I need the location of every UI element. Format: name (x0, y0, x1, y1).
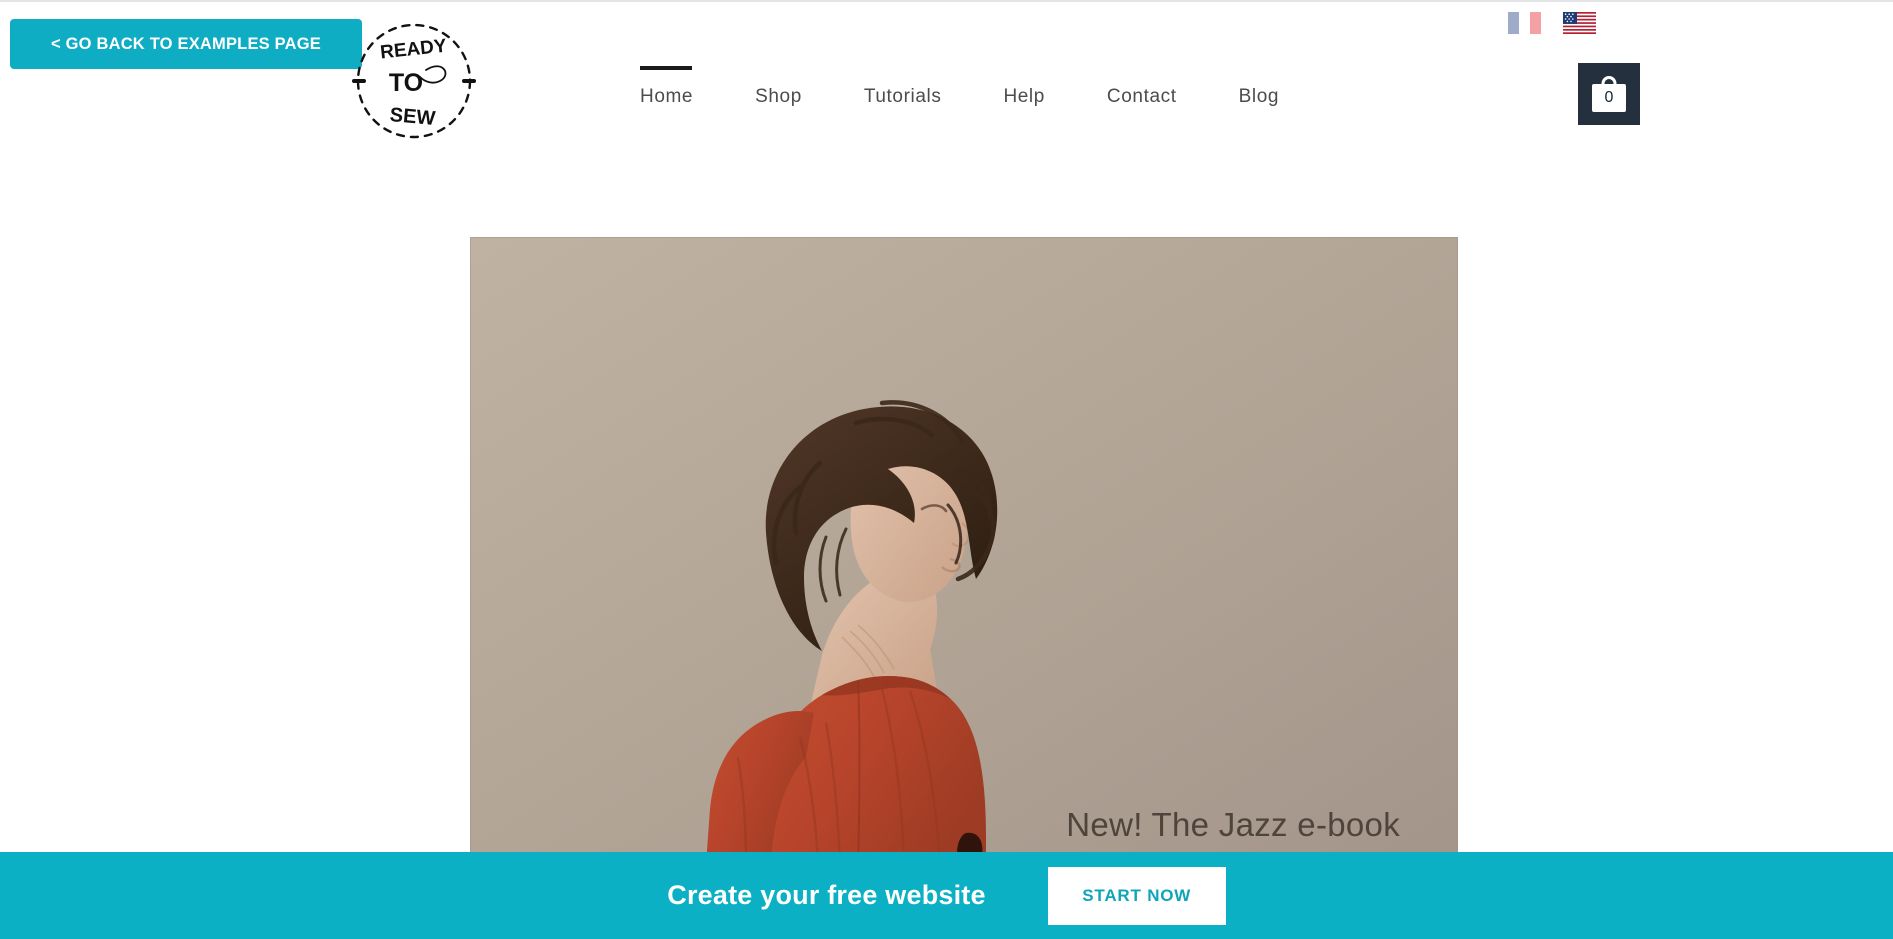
us-flag-icon[interactable] (1563, 12, 1596, 34)
hero-photo (470, 237, 1458, 864)
promo-banner-text: Create your free website (667, 880, 986, 910)
cart-button[interactable]: 0 (1578, 63, 1640, 125)
svg-text:SEW: SEW (389, 104, 436, 130)
page-root: < GO BACK TO EXAMPLES PAGE READY TO SEW … (0, 0, 1893, 939)
svg-text:READY: READY (379, 36, 448, 64)
top-divider (0, 0, 1893, 2)
nav-item-contact[interactable]: Contact (1107, 86, 1177, 108)
shopping-bag-icon: 0 (1592, 76, 1626, 112)
nav-item-help[interactable]: Help (1003, 86, 1044, 108)
nav-item-tutorials[interactable]: Tutorials (864, 86, 942, 108)
go-back-to-examples-button[interactable]: < GO BACK TO EXAMPLES PAGE (10, 19, 362, 69)
cart-count: 0 (1604, 89, 1614, 106)
nav-item-home[interactable]: Home (640, 66, 693, 108)
svg-text:TO: TO (389, 69, 423, 97)
main-navigation: Home Shop Tutorials Help Contact Blog (640, 66, 1279, 108)
hero-caption: New! The Jazz e-book (1066, 806, 1400, 843)
hero-banner[interactable]: New! The Jazz e-book (470, 237, 1458, 864)
french-flag-icon[interactable] (1508, 12, 1541, 34)
language-switcher (1508, 12, 1596, 34)
start-now-button[interactable]: START NOW (1047, 866, 1226, 925)
promo-banner: Create your free website START NOW (0, 852, 1893, 939)
nav-item-blog[interactable]: Blog (1239, 86, 1279, 108)
nav-item-shop[interactable]: Shop (755, 86, 802, 108)
site-logo[interactable]: READY TO SEW (348, 15, 480, 147)
